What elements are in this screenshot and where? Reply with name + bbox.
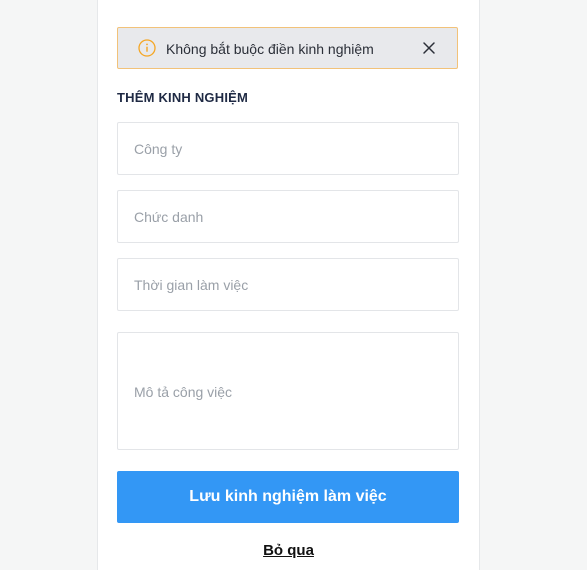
optional-notice-alert: Không bắt buộc điền kinh nghiệm [117, 27, 458, 69]
position-field[interactable]: Chức danh [117, 190, 459, 243]
duration-field[interactable]: Thời gian làm việc [117, 258, 459, 311]
description-placeholder: Mô tả công việc [134, 384, 233, 400]
company-field[interactable]: Công ty [117, 122, 459, 175]
description-textarea[interactable]: Mô tả công việc [117, 332, 459, 450]
info-circle-icon [138, 39, 156, 57]
section-title: THÊM KINH NGHIỆM [117, 90, 249, 105]
company-placeholder: Công ty [134, 141, 183, 157]
close-icon[interactable] [421, 40, 437, 56]
duration-placeholder: Thời gian làm việc [134, 277, 249, 293]
experience-card: Không bắt buộc điền kinh nghiệm THÊM KIN… [97, 0, 480, 570]
skip-link[interactable]: Bỏ qua [98, 541, 479, 561]
position-placeholder: Chức danh [134, 209, 204, 225]
alert-message: Không bắt buộc điền kinh nghiệm [166, 41, 374, 57]
save-experience-button[interactable]: Lưu kinh nghiệm làm việc [117, 471, 459, 523]
